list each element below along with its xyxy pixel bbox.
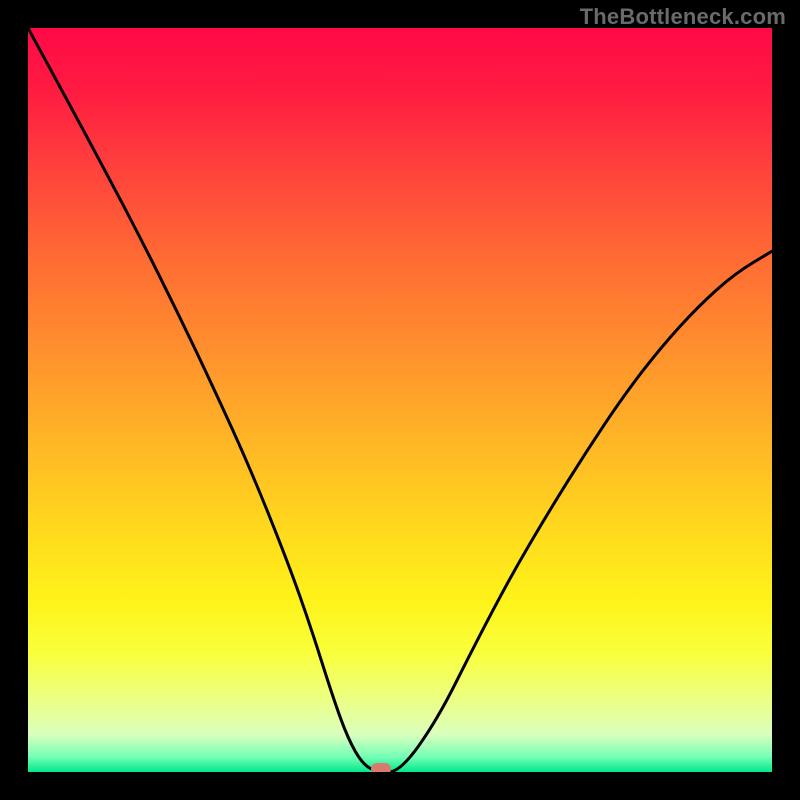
plot-area [28,28,772,772]
watermark-text: TheBottleneck.com [580,4,786,30]
optimal-point-marker [371,763,391,772]
bottleneck-curve [28,28,772,772]
curve-path [28,28,772,772]
chart-frame: TheBottleneck.com [0,0,800,800]
